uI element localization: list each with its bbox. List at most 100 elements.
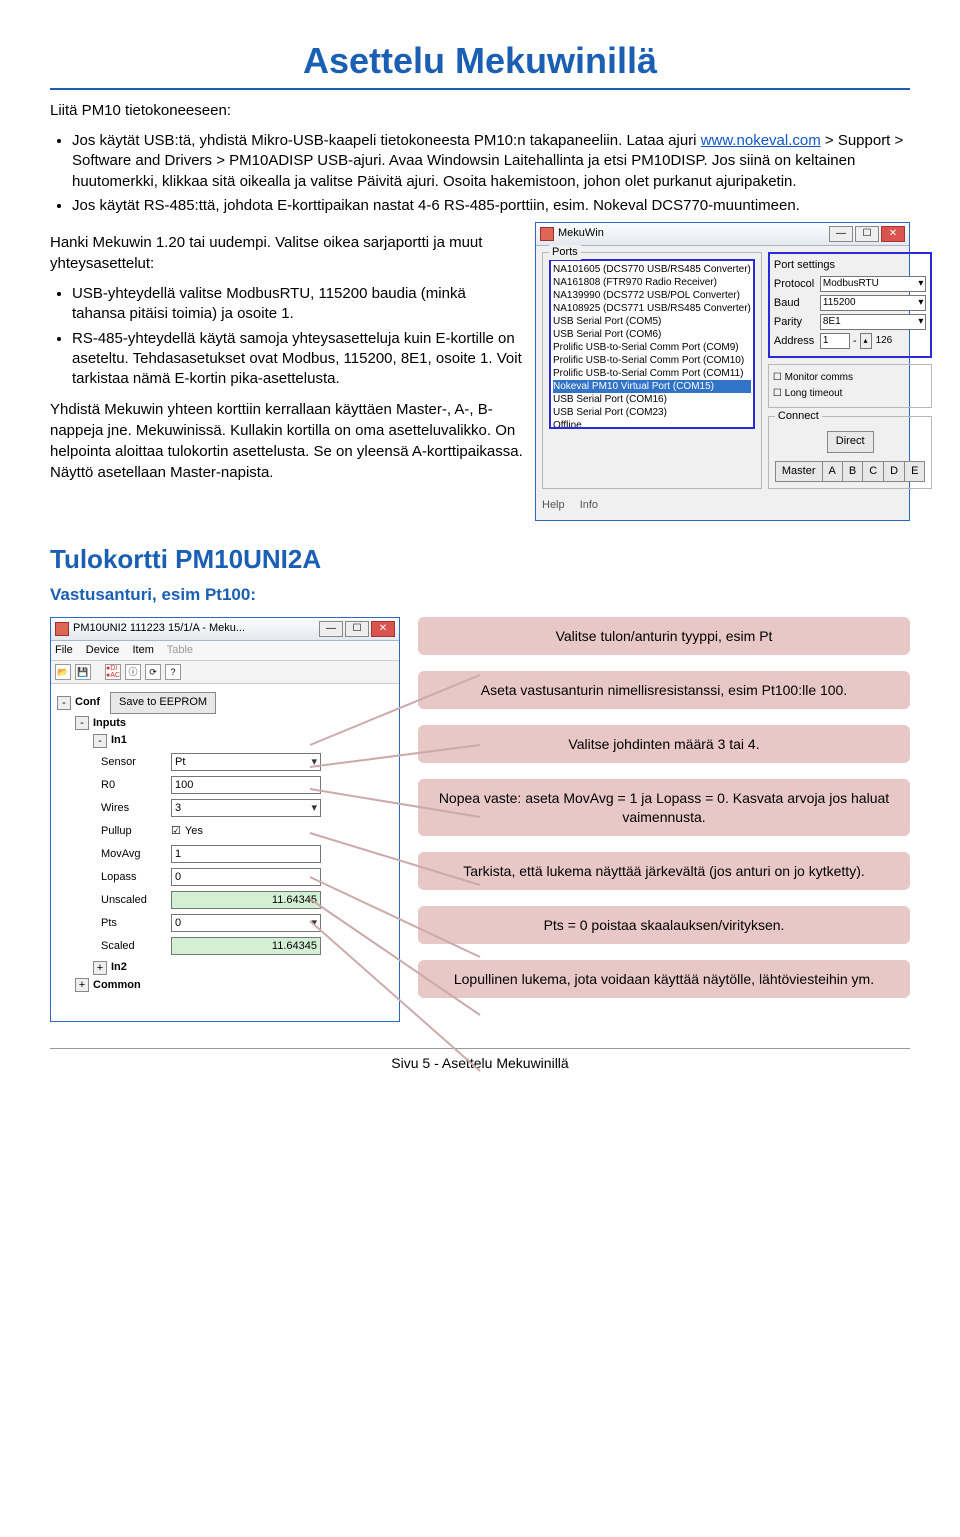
menu-item[interactable]: Item [132, 644, 153, 656]
port-item[interactable]: USB Serial Port (COM5) [553, 315, 751, 328]
port-item[interactable]: Prolific USB-to-Serial Comm Port (COM10) [553, 354, 751, 367]
maximize-button[interactable]: ☐ [855, 226, 879, 242]
conf-node[interactable]: Conf [75, 695, 100, 710]
unscaled-value: 11.64345 [171, 891, 321, 909]
menu-device[interactable]: Device [86, 644, 120, 656]
slot-e-button[interactable]: E [905, 461, 925, 482]
portsettings-label: Port settings [774, 258, 927, 273]
close-button[interactable]: ✕ [881, 226, 905, 242]
ports-label: Ports [549, 245, 581, 260]
expand-common[interactable]: + [75, 978, 89, 992]
app-icon [540, 227, 554, 241]
long-timeout-check[interactable]: ☐ Long timeout [773, 387, 928, 401]
port-item[interactable]: USB Serial Port (COM6) [553, 328, 751, 341]
close-button[interactable]: ✕ [371, 621, 395, 637]
mid-bullet-1: USB-yhteydellä valitse ModbusRTU, 115200… [72, 284, 523, 325]
collapse-in1[interactable]: - [93, 734, 107, 748]
slot-b-button[interactable]: B [843, 461, 863, 482]
sub-heading: Vastusanturi, esim Pt100: [50, 583, 910, 607]
mekuwin-intro: Hanki Mekuwin 1.20 tai uudempi. Valitse … [50, 232, 523, 274]
pullup-label: Pullup [101, 824, 171, 839]
callout-movavg: Nopea vaste: aseta MovAvg = 1 ja Lopass … [418, 779, 910, 835]
port-item[interactable]: NA108925 (DCS771 USB/RS485 Converter) [553, 302, 751, 315]
in1-node[interactable]: In1 [111, 733, 127, 748]
parity-label: Parity [774, 315, 820, 330]
port-item[interactable]: NA139990 (DCS772 USB/POL Converter) [553, 289, 751, 302]
toolbar: 📂 💾 ●DI●AC ⓘ ⟳ ? [51, 661, 399, 684]
lopass-input[interactable]: 0 [171, 868, 321, 886]
help-icon[interactable]: ? [165, 664, 181, 680]
master-button[interactable]: Master [775, 461, 823, 482]
refresh-icon[interactable]: ⟳ [145, 664, 161, 680]
collapse-conf[interactable]: - [57, 696, 71, 710]
common-node[interactable]: Common [93, 978, 141, 993]
r0-input[interactable]: 100 [171, 776, 321, 794]
link-nokeval[interactable]: www.nokeval.com [701, 132, 821, 149]
save-eeprom-button[interactable]: Save to EEPROM [110, 692, 216, 713]
wires-select[interactable]: 3 [171, 799, 321, 817]
port-item[interactable]: Prolific USB-to-Serial Comm Port (COM9) [553, 341, 751, 354]
section-heading: Tulokortti PM10UNI2A [50, 541, 910, 577]
mid-bullets: USB-yhteydellä valitse ModbusRTU, 115200… [72, 284, 523, 389]
port-item[interactable]: NA161808 (FTR970 Radio Receiver) [553, 276, 751, 289]
port-item[interactable]: Prolific USB-to-Serial Comm Port (COM11) [553, 367, 751, 380]
port-item[interactable]: USB Serial Port (COM23) [553, 406, 751, 419]
port-item[interactable]: NA101605 (DCS770 USB/RS485 Converter) [553, 263, 751, 276]
minimize-button[interactable]: — [319, 621, 343, 637]
open-icon[interactable]: 📂 [55, 664, 71, 680]
baud-label: Baud [774, 296, 820, 311]
inputs-node[interactable]: Inputs [93, 716, 126, 731]
monitor-comms-check[interactable]: ☐ Monitor comms [773, 371, 928, 385]
menu-bar: File Device Item Table [51, 641, 399, 661]
save-icon[interactable]: 💾 [75, 664, 91, 680]
pts-label: Pts [101, 916, 171, 931]
maximize-button[interactable]: ☐ [345, 621, 369, 637]
callout-wires: Valitse johdinten määrä 3 tai 4. [418, 725, 910, 763]
top-bullet-2: Jos käytät RS-485:ttä, johdota E-korttip… [72, 196, 910, 216]
top-bullet-1: Jos käytät USB:tä, yhdistä Mikro-USB-kaa… [72, 131, 910, 192]
parity-select[interactable]: 8E1 [820, 314, 927, 330]
intro-lead: Liitä PM10 tietokoneeseen: [50, 100, 910, 121]
protocol-label: Protocol [774, 277, 820, 292]
mekuwin-window: MekuWin — ☐ ✕ Ports NA101605 (DCS770 USB… [535, 222, 910, 521]
pullup-check[interactable]: Yes [171, 824, 203, 839]
pts-select[interactable]: 0 [171, 914, 321, 932]
direct-button[interactable]: Direct [827, 431, 874, 452]
info-icon[interactable]: ⓘ [125, 664, 141, 680]
scaled-value: 11.64345 [171, 937, 321, 955]
mid-bullet-2: RS-485-yhteydellä käytä samoja yhteysase… [72, 329, 523, 390]
info-link[interactable]: Info [580, 499, 598, 511]
pm10-window: PM10UNI2 111223 15/1/A - Meku... — ☐ ✕ F… [50, 617, 400, 1022]
address-stepper[interactable]: ▴ [860, 333, 872, 349]
movavg-input[interactable]: 1 [171, 845, 321, 863]
movavg-label: MovAvg [101, 847, 171, 862]
port-item[interactable]: USB Serial Port (COM16) [553, 393, 751, 406]
slot-c-button[interactable]: C [863, 461, 884, 482]
in2-node[interactable]: In2 [111, 960, 127, 975]
menu-file[interactable]: File [55, 644, 73, 656]
expand-in2[interactable]: + [93, 961, 107, 975]
lopass-label: Lopass [101, 870, 171, 885]
unscaled-label: Unscaled [101, 893, 171, 908]
menu-table[interactable]: Table [167, 644, 193, 656]
protocol-select[interactable]: ModbusRTU [820, 276, 927, 292]
collapse-inputs[interactable]: - [75, 716, 89, 730]
baud-select[interactable]: 115200 [820, 295, 927, 311]
port-item[interactable]: Offline [553, 419, 751, 429]
di-icon[interactable]: ●DI●AC [105, 664, 121, 680]
callout-unscaled: Tarkista, että lukema näyttää järkevältä… [418, 852, 910, 890]
minimize-button[interactable]: — [829, 226, 853, 242]
address-input[interactable]: 1 [820, 333, 850, 349]
address-label: Address [774, 334, 820, 349]
app-icon [55, 622, 69, 636]
callout-pts: Pts = 0 poistaa skaalauksen/virityksen. [418, 906, 910, 944]
sensor-select[interactable]: Pt [171, 753, 321, 771]
slot-d-button[interactable]: D [884, 461, 905, 482]
help-link[interactable]: Help [542, 499, 565, 511]
ports-list[interactable]: NA101605 (DCS770 USB/RS485 Converter) NA… [549, 259, 755, 429]
scaled-label: Scaled [101, 939, 171, 954]
page-title: Asettelu Mekuwinillä [50, 40, 910, 90]
slot-a-button[interactable]: A [823, 461, 843, 482]
address-max: 126 [876, 334, 893, 348]
port-item-selected[interactable]: Nokeval PM10 Virtual Port (COM15) [553, 380, 751, 393]
